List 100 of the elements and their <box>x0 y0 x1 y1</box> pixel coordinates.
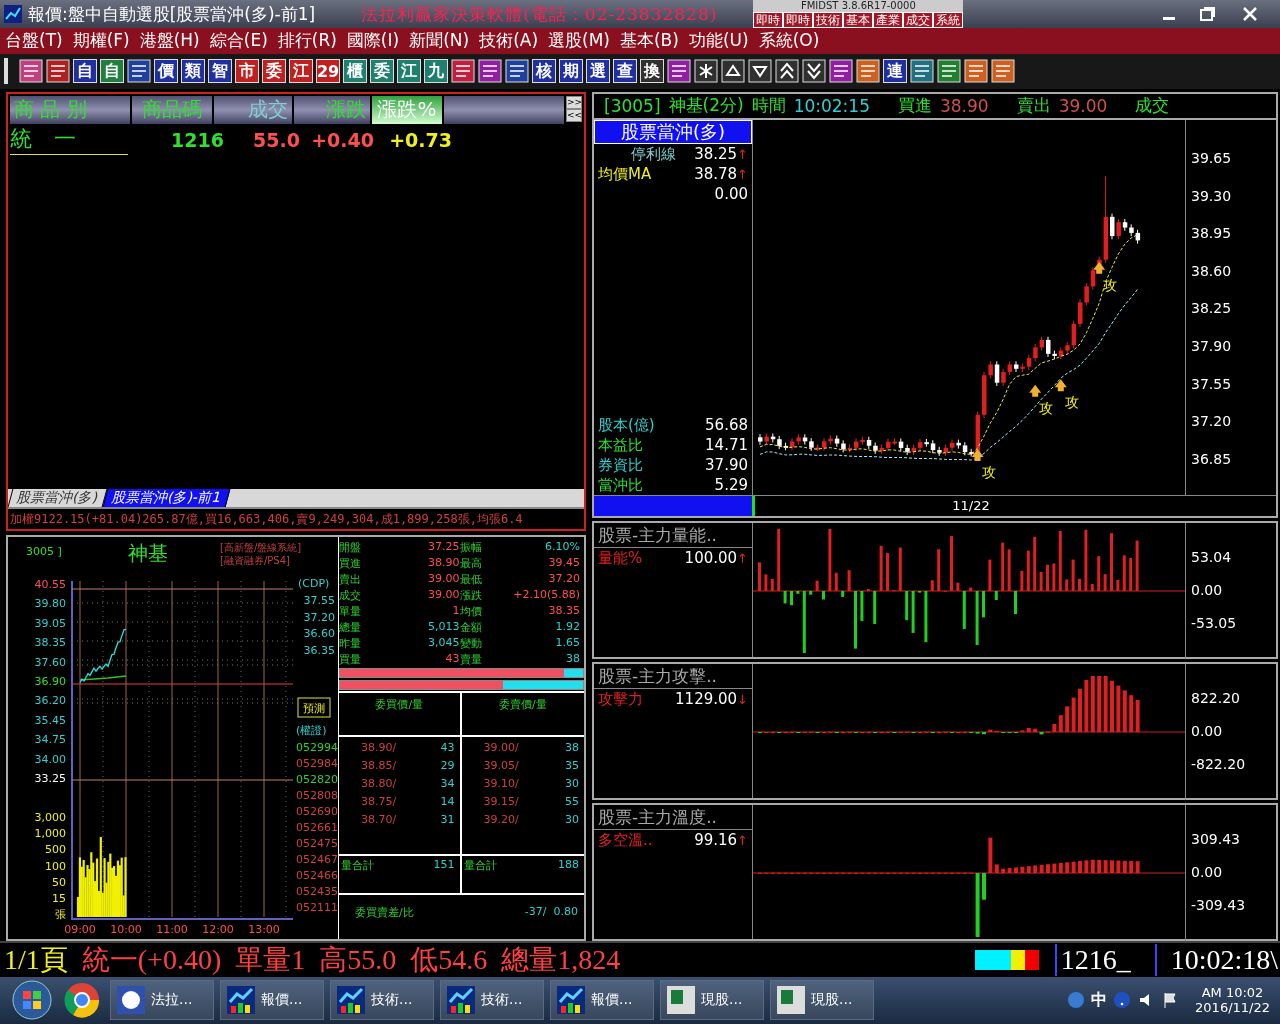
column-header: 委賣價/量 <box>461 693 584 737</box>
toolbar-button[interactable]: 委 <box>262 59 286 84</box>
field-value: 37.25 <box>427 540 460 556</box>
menu-item[interactable]: 綜合(E) <box>204 29 273 53</box>
toolbar-button[interactable]: 價 <box>154 59 178 84</box>
time-tick: 11:00 <box>156 923 188 937</box>
taskbar-item[interactable]: 現股... <box>770 980 874 1021</box>
axis-tick: 0.00 <box>1191 863 1223 880</box>
scroll-button[interactable]: >> <box>566 95 582 109</box>
toolbar-button[interactable]: 類 <box>181 59 205 84</box>
volume-tick: 500 <box>45 843 66 857</box>
menu-item[interactable]: 選股(M) <box>543 29 615 53</box>
toolbar-button[interactable]: 選 <box>586 59 610 84</box>
ask-qty: 55 <box>565 795 579 810</box>
taskbar-item[interactable]: 報價... <box>550 980 654 1021</box>
warrant-code[interactable]: 052820 <box>296 773 338 787</box>
warrant-code[interactable]: 052808 <box>296 789 338 803</box>
toolbar-button[interactable]: 江 <box>289 59 313 84</box>
toolbar-button[interactable]: 櫃 <box>343 59 367 84</box>
menu-item[interactable]: 港盤(H) <box>134 29 205 53</box>
toolbar-button[interactable]: 江 <box>397 59 421 84</box>
warrant-code[interactable]: 052111 <box>296 901 338 915</box>
axis-tick: 0.00 <box>1191 722 1223 739</box>
ask-qty: 35 <box>565 759 579 774</box>
quick-button[interactable]: 系統 <box>933 12 964 28</box>
warrant-code[interactable]: 052661 <box>296 821 338 835</box>
quick-button[interactable]: 成交 <box>903 12 934 28</box>
time-tick: 12:00 <box>202 923 234 937</box>
page-indicator: 1/1頁 <box>4 942 68 977</box>
stat-label: 當沖比 <box>598 474 643 495</box>
status-item: 低54.6 <box>410 942 488 977</box>
menu-item[interactable]: 國際(I) <box>341 29 405 53</box>
cdp-value: 36.60 <box>303 627 335 641</box>
warrant-code[interactable]: 052466 <box>296 869 338 883</box>
stock-name[interactable]: 統 一 <box>10 124 128 156</box>
menu-item[interactable]: 基本(B) <box>614 29 684 53</box>
ask-price: 39.05/ <box>483 759 519 774</box>
toolbar-button[interactable]: 市 <box>235 59 259 84</box>
clock-text: 10:02:18\ <box>1170 943 1279 976</box>
warrant-code[interactable]: 052984 <box>296 757 338 771</box>
quick-button[interactable]: 即時 <box>783 12 814 28</box>
toolbar-button[interactable]: 委 <box>370 59 394 84</box>
quick-button[interactable]: 產業 <box>873 12 904 28</box>
status-item: 統一(+0.40) <box>81 942 222 977</box>
menu-item[interactable]: 新聞(N) <box>404 29 475 53</box>
indicator-title: 股票-主力攻擊.. <box>594 663 752 689</box>
price-tick: 38.95 <box>1191 225 1232 242</box>
price-tick: 35.45 <box>34 714 66 728</box>
quick-button[interactable]: 技術 <box>813 12 844 28</box>
toolbar-button[interactable]: 自 <box>73 59 97 84</box>
field-value: 1.92 <box>554 620 580 636</box>
warrant-code[interactable]: 052467 <box>296 853 338 867</box>
status-item: 高55.0 <box>319 942 397 977</box>
menu-item[interactable]: 系統(O) <box>753 29 825 53</box>
indicator-label: 攻擊力 <box>598 688 643 709</box>
toolbar-button[interactable]: 核 <box>532 59 556 84</box>
ime-indicator[interactable]: 中 <box>1091 989 1108 1011</box>
field-label: 開盤 <box>339 540 362 556</box>
menu-item[interactable]: 排行(R) <box>272 29 342 53</box>
toolbar-button[interactable]: 自 <box>100 59 124 84</box>
warrant-code[interactable]: 052435 <box>296 885 338 899</box>
toolbar-button[interactable]: 29 <box>316 59 340 84</box>
toolbar-button[interactable]: 連 <box>883 59 907 84</box>
taskbar-item[interactable]: 報價... <box>220 980 324 1021</box>
field-value: +2.10(5.88) <box>512 588 580 604</box>
ask-qty: 30 <box>565 813 579 828</box>
menu-item[interactable]: 台盤(T) <box>0 29 68 53</box>
toolbar-button[interactable]: 九 <box>424 59 448 84</box>
price-tick: 37.60 <box>34 655 66 669</box>
toolbar-button[interactable]: 智 <box>208 59 232 84</box>
taskbar-item[interactable]: 技術... <box>330 980 434 1021</box>
field-label: 賣量 <box>459 652 483 668</box>
ask-price: 39.00/ <box>483 741 519 756</box>
taskbar-item[interactable]: 現股... <box>660 980 764 1021</box>
axis-tick: 309.43 <box>1191 830 1240 847</box>
field-label: 昨量 <box>339 636 362 652</box>
quick-button[interactable]: 即時 <box>753 12 784 28</box>
field-value: 6.10% <box>544 540 580 556</box>
code-input[interactable]: 1216_ <box>1054 943 1157 976</box>
toolbar-button[interactable]: 查 <box>613 59 637 84</box>
list-tab[interactable]: 股票當沖(多)-前1 <box>102 489 231 508</box>
field-label: 總量 <box>339 620 362 636</box>
field-label: 單量 <box>339 604 362 620</box>
forecast-button[interactable]: 預測 <box>297 697 331 718</box>
warrant-code[interactable]: 052690 <box>296 805 338 819</box>
field-label: 賣出 <box>339 572 362 588</box>
menu-item[interactable]: 技術(A) <box>474 29 544 53</box>
toolbar-button[interactable]: 換 <box>640 59 664 84</box>
list-tab[interactable]: 股票當沖(多) <box>7 489 108 508</box>
taskbar-item[interactable]: 技術... <box>440 980 544 1021</box>
taskbar-item[interactable]: 法拉... <box>110 980 214 1021</box>
ask-price: 39.20/ <box>483 813 519 828</box>
menu-item[interactable]: 功能(U) <box>683 29 754 53</box>
quick-button[interactable]: 基本 <box>843 12 874 28</box>
toolbar-button[interactable]: 期 <box>559 59 583 84</box>
warrant-code[interactable]: 052475 <box>296 837 338 851</box>
time-tick: 09:00 <box>64 923 96 937</box>
warrant-code[interactable]: 052994 <box>296 741 338 755</box>
menu-item[interactable]: 期權(F) <box>67 29 135 53</box>
price-tick: 34.75 <box>34 733 66 747</box>
